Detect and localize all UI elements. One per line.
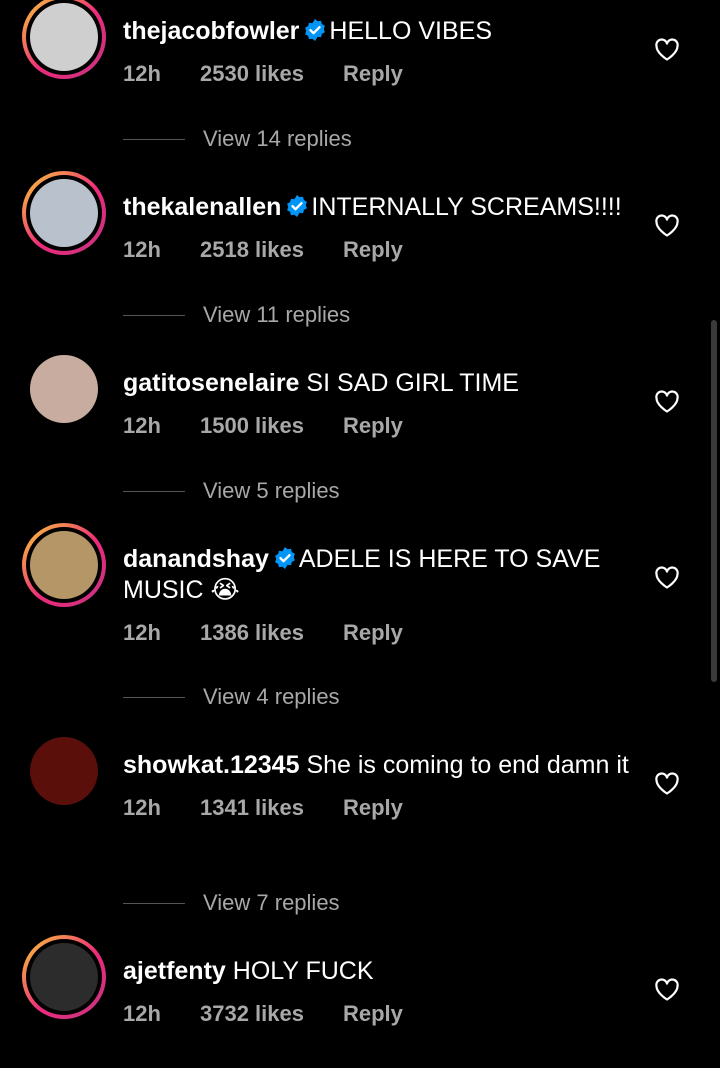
likes-count[interactable]: 1386 likes (200, 618, 343, 648)
verified-badge-icon (273, 546, 297, 570)
comment-body: showkat.12345 She is coming to end damn … (123, 750, 633, 823)
username[interactable]: thekalenallen (123, 193, 281, 221)
avatar[interactable] (22, 729, 106, 813)
timestamp: 12h (123, 1001, 161, 1026)
timestamp: 12h (123, 237, 161, 262)
avatar-image (30, 737, 98, 805)
comment-text: HOLY FUCK (232, 957, 374, 985)
verified-badge-icon (285, 194, 309, 218)
username[interactable]: ajetfenty (123, 957, 226, 985)
comment-text-line: danandshay ADELE IS HERE TO SAVE MUSIC 😭 (123, 544, 633, 606)
replies-divider (123, 696, 185, 698)
view-replies-label: View 11 replies (203, 302, 351, 327)
comment-text-line: thejacobfowler HELLO VIBES (123, 16, 633, 47)
timestamp: 12h (123, 620, 161, 645)
comment-body: danandshay ADELE IS HERE TO SAVE MUSIC 😭 … (123, 544, 633, 648)
verified-badge-icon (303, 18, 327, 42)
comment-text-line: showkat.12345 She is coming to end damn … (123, 750, 633, 781)
comment-text-line: thekalenallen INTERNALLY SCREAMS!!!! (123, 192, 633, 223)
like-heart-icon[interactable] (654, 38, 680, 62)
comment-body: gatitosenelaire SI SAD GIRL TIME 12h 150… (123, 368, 633, 441)
comment-body: ajetfenty HOLY FUCK 12h 3732 likes Reply (123, 956, 633, 1029)
comment-meta: 12h 1341 likes Reply (123, 793, 633, 823)
likes-count[interactable]: 1341 likes (200, 793, 343, 823)
scrollbar[interactable] (711, 320, 717, 682)
username[interactable]: danandshay (123, 545, 269, 573)
like-heart-icon[interactable] (654, 214, 680, 238)
reply-button[interactable]: Reply (343, 411, 403, 441)
view-replies-label: View 4 replies (203, 684, 340, 709)
avatar[interactable] (22, 523, 106, 607)
comment-body: thekalenallen INTERNALLY SCREAMS!!!! 12h … (123, 192, 633, 265)
replies-divider (123, 314, 185, 316)
avatar-image (30, 3, 98, 71)
comment-text: INTERNALLY SCREAMS!!!! (311, 193, 622, 221)
view-replies-label: View 5 replies (203, 478, 340, 503)
comment-meta: 12h 2530 likes Reply (123, 59, 633, 89)
view-replies-button[interactable]: View 5 replies (123, 478, 340, 504)
view-replies-button[interactable]: View 14 replies (123, 126, 352, 152)
comment-meta: 12h 1386 likes Reply (123, 618, 633, 648)
likes-count[interactable]: 1500 likes (200, 411, 343, 441)
comment-list: thejacobfowler HELLO VIBES 12h 2530 likes… (0, 0, 720, 1068)
comment-text-line: gatitosenelaire SI SAD GIRL TIME (123, 368, 633, 399)
avatar-image (30, 179, 98, 247)
username[interactable]: showkat.12345 (123, 751, 300, 779)
view-replies-button[interactable]: View 7 replies (123, 890, 340, 916)
comment-text-line: ajetfenty HOLY FUCK (123, 956, 633, 987)
reply-button[interactable]: Reply (343, 235, 403, 265)
like-heart-icon[interactable] (654, 566, 680, 590)
comment-text: She is coming to end damn it (306, 751, 629, 779)
avatar[interactable] (22, 935, 106, 1019)
like-heart-icon[interactable] (654, 978, 680, 1002)
avatar[interactable] (22, 347, 106, 431)
reply-button[interactable]: Reply (343, 618, 403, 648)
avatar-image (30, 355, 98, 423)
avatar-image (30, 943, 98, 1011)
like-heart-icon[interactable] (654, 390, 680, 414)
likes-count[interactable]: 3732 likes (200, 999, 343, 1029)
reply-button[interactable]: Reply (343, 793, 403, 823)
comment-meta: 12h 3732 likes Reply (123, 999, 633, 1029)
comment-meta: 12h 1500 likes Reply (123, 411, 633, 441)
view-replies-label: View 7 replies (203, 890, 340, 915)
timestamp: 12h (123, 795, 161, 820)
reply-button[interactable]: Reply (343, 59, 403, 89)
likes-count[interactable]: 2518 likes (200, 235, 343, 265)
comment-text: HELLO VIBES (329, 17, 492, 45)
timestamp: 12h (123, 413, 161, 438)
reply-button[interactable]: Reply (343, 999, 403, 1029)
comment-meta: 12h 2518 likes Reply (123, 235, 633, 265)
replies-divider (123, 902, 185, 904)
view-replies-button[interactable]: View 11 replies (123, 302, 350, 328)
avatar[interactable] (22, 0, 106, 79)
view-replies-label: View 14 replies (203, 126, 352, 151)
comment-body: thejacobfowler HELLO VIBES 12h 2530 likes… (123, 16, 633, 89)
avatar-image (30, 531, 98, 599)
username[interactable]: thejacobfowler (123, 17, 299, 45)
like-heart-icon[interactable] (654, 772, 680, 796)
timestamp: 12h (123, 61, 161, 86)
view-replies-button[interactable]: View 4 replies (123, 684, 340, 710)
avatar[interactable] (22, 171, 106, 255)
replies-divider (123, 138, 185, 140)
replies-divider (123, 490, 185, 492)
likes-count[interactable]: 2530 likes (200, 59, 343, 89)
comment-text: SI SAD GIRL TIME (306, 369, 519, 397)
username[interactable]: gatitosenelaire (123, 369, 299, 397)
